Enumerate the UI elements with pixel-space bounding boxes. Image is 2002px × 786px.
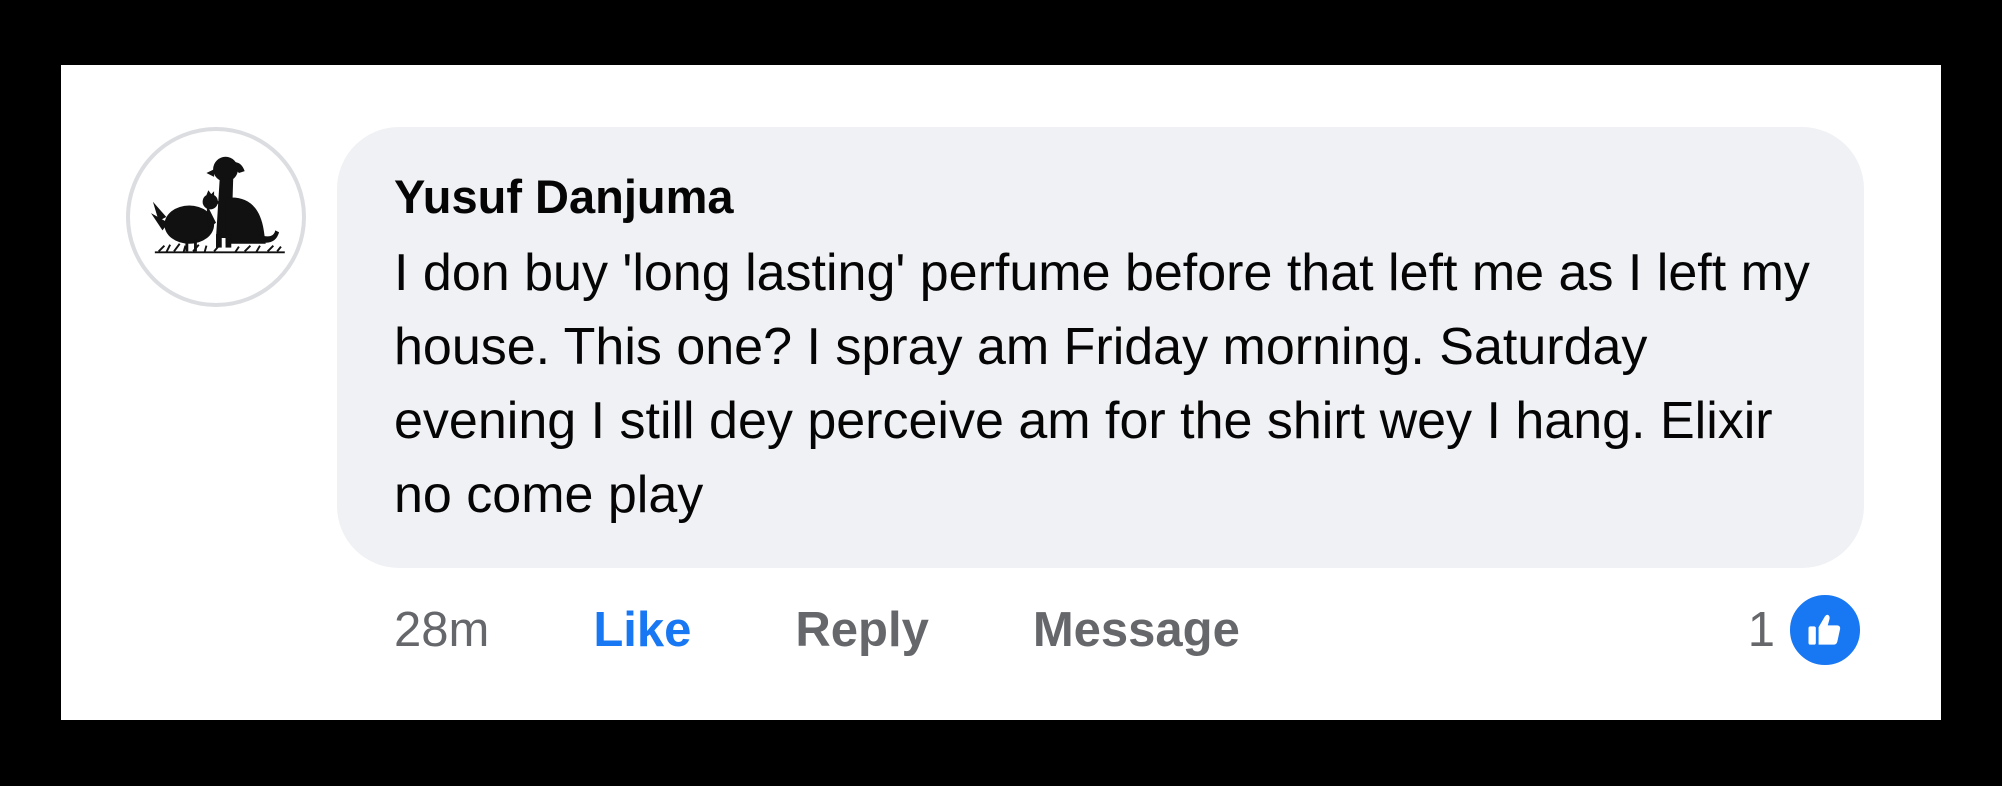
like-button[interactable]: Like: [593, 595, 691, 665]
comment-card: Yusuf Danjuma I don buy 'long lasting' p…: [61, 65, 1941, 720]
chicken-and-dog-silhouette-icon: [151, 156, 285, 254]
comment-actions: 28m Like Reply Message: [394, 595, 1240, 665]
reaction-count: 1: [1747, 603, 1775, 657]
avatar[interactable]: [126, 127, 306, 307]
thumbs-up-icon: [1787, 592, 1863, 668]
message-button[interactable]: Message: [1033, 595, 1240, 665]
reaction-summary[interactable]: 1: [1747, 592, 1863, 668]
reply-button[interactable]: Reply: [795, 595, 928, 665]
comment-timestamp[interactable]: 28m: [394, 595, 489, 665]
comment-text: I don buy 'long lasting' perfume before …: [394, 244, 1810, 524]
comment-author-name[interactable]: Yusuf Danjuma: [394, 169, 1824, 225]
comment-bubble: Yusuf Danjuma I don buy 'long lasting' p…: [337, 127, 1864, 568]
